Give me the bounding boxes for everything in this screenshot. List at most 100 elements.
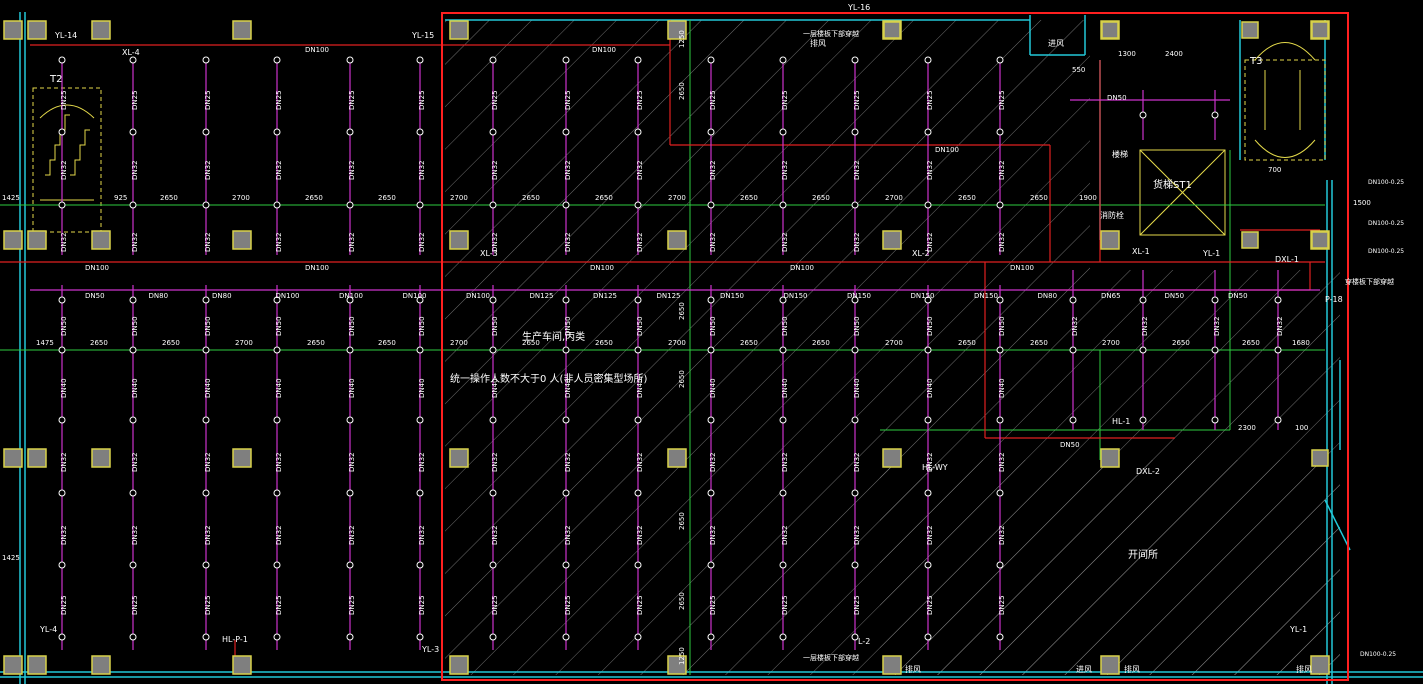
sprinkler-head bbox=[779, 201, 787, 209]
dimension-number: 2700 bbox=[668, 194, 686, 202]
branch-size-label: DN32 bbox=[275, 452, 283, 472]
main-size-label: DN100 bbox=[790, 264, 814, 272]
sprinkler-head bbox=[129, 346, 137, 354]
branch-size-label: DN32 bbox=[60, 452, 68, 472]
riser-l2: L-2 bbox=[858, 637, 870, 646]
vent-6: 排风 bbox=[905, 664, 921, 674]
sprinkler-head bbox=[924, 489, 932, 497]
sprinkler-head bbox=[416, 346, 424, 354]
sprinkler-head bbox=[634, 201, 642, 209]
branch-size-label: DN32 bbox=[60, 232, 68, 252]
branch-size-label: DN32 bbox=[998, 232, 1006, 252]
branch-size-label: DN32 bbox=[853, 452, 861, 472]
sprinkler-head bbox=[779, 489, 787, 497]
sprinkler-head bbox=[489, 201, 497, 209]
branch-size-label: DN25 bbox=[926, 90, 934, 110]
branch-size-label: DN32 bbox=[781, 160, 789, 180]
sprinkler-head bbox=[58, 201, 66, 209]
column bbox=[27, 655, 47, 675]
sprinkler-head bbox=[851, 346, 859, 354]
cad-drawing-canvas[interactable]: YL-14 YL-15 YL-16 XL-4 XL-3 XL-2 XL-1 YL… bbox=[0, 0, 1423, 684]
dimension-number: 2650 bbox=[378, 339, 396, 347]
branch-size-label: DN25 bbox=[564, 90, 572, 110]
dimension-number: 2650 bbox=[522, 339, 540, 347]
vent-2: 排风 bbox=[810, 38, 826, 48]
sprinkler-head bbox=[924, 633, 932, 641]
riser-yl4: YL-4 bbox=[39, 625, 57, 634]
riser-dxl1: DXL-1 bbox=[1275, 255, 1299, 264]
sprinkler-head bbox=[851, 56, 859, 64]
dimension-number: 2700 bbox=[450, 194, 468, 202]
column bbox=[883, 21, 901, 39]
dimension-number: 2650 bbox=[740, 194, 758, 202]
branch-size-label: DN50 bbox=[131, 316, 139, 336]
dimension-number: 2700 bbox=[885, 339, 903, 347]
branch-size-label: DN32 bbox=[418, 525, 426, 545]
branch-size-label: DN32 bbox=[131, 160, 139, 180]
main-size-label: DN100 bbox=[339, 292, 363, 300]
branch-size-label: DN25 bbox=[636, 595, 644, 615]
branch-size-label: DN32 bbox=[781, 232, 789, 252]
sprinkler-head bbox=[707, 296, 715, 304]
sprinkler-head bbox=[851, 489, 859, 497]
sprinkler-head bbox=[924, 128, 932, 136]
main-size-label: DN150 bbox=[720, 292, 744, 300]
column bbox=[27, 20, 47, 40]
sprinkler-head bbox=[562, 346, 570, 354]
main-size-label: DN80 bbox=[149, 292, 169, 300]
sprinkler-head bbox=[346, 128, 354, 136]
column bbox=[232, 448, 252, 468]
dimension-number: 2650 bbox=[678, 82, 686, 100]
sprinkler-head bbox=[58, 633, 66, 641]
branch-size-label: DN50 bbox=[204, 316, 212, 336]
dimension-number: 2650 bbox=[160, 194, 178, 202]
dimension-number: 2650 bbox=[958, 194, 976, 202]
sprinkler-head bbox=[996, 56, 1004, 64]
branch-size-label: DN50 bbox=[781, 316, 789, 336]
fire-hydrant: 消防栓 bbox=[1100, 210, 1124, 220]
sprinkler-head bbox=[416, 56, 424, 64]
column bbox=[449, 655, 469, 675]
room-occupancy: 统一操作人数不大于0 人(非人员密集型场所) bbox=[450, 372, 647, 385]
riser-hlp1: HL-P-1 bbox=[222, 635, 248, 644]
sprinkler-head bbox=[346, 561, 354, 569]
branch-size-label: DN25 bbox=[998, 595, 1006, 615]
branch-size-label: DN25 bbox=[491, 90, 499, 110]
sprinkler-head bbox=[416, 416, 424, 424]
branch-size-label: DN25 bbox=[204, 595, 212, 615]
column bbox=[3, 230, 23, 250]
note-top: 一层楼板下部穿越 bbox=[803, 29, 859, 38]
dimension-number: 2650 bbox=[678, 302, 686, 320]
room-t3: T3 bbox=[1249, 56, 1262, 67]
branch-size-label: DN32 bbox=[204, 525, 212, 545]
main-size-label: DN50 bbox=[1165, 292, 1185, 300]
column bbox=[1311, 21, 1329, 39]
column bbox=[1310, 655, 1330, 675]
dimension-number: 2650 bbox=[1030, 339, 1048, 347]
sprinkler-head bbox=[202, 489, 210, 497]
column bbox=[882, 448, 902, 468]
sprinkler-head bbox=[58, 416, 66, 424]
sprinkler-head bbox=[58, 489, 66, 497]
main-size-label: DN150 bbox=[911, 292, 935, 300]
sprinkler-head bbox=[562, 56, 570, 64]
branch-size-label: DN40 bbox=[418, 378, 426, 398]
riser-yl3: YL-3 bbox=[421, 645, 439, 654]
main-size-label: DN100 bbox=[305, 264, 329, 272]
branch-size-label: DN25 bbox=[131, 595, 139, 615]
branch-size-label: DN25 bbox=[491, 595, 499, 615]
dim-100: 100 bbox=[1295, 424, 1308, 432]
dimension-number: 2650 bbox=[1030, 194, 1048, 202]
branch-size-label: DN32 bbox=[781, 452, 789, 472]
dim-1475: 1475 bbox=[36, 339, 54, 347]
room-open: 开间所 bbox=[1128, 548, 1158, 561]
dimension-number: 2650 bbox=[378, 194, 396, 202]
sprinkler-head bbox=[851, 561, 859, 569]
branch-size-label: DN32 bbox=[1276, 316, 1284, 336]
sprinkler-head bbox=[346, 416, 354, 424]
sprinkler-head bbox=[924, 561, 932, 569]
sprinkler-head bbox=[634, 56, 642, 64]
branch-size-label: DN50 bbox=[709, 316, 717, 336]
branch-size-label: DN32 bbox=[853, 525, 861, 545]
column bbox=[882, 655, 902, 675]
